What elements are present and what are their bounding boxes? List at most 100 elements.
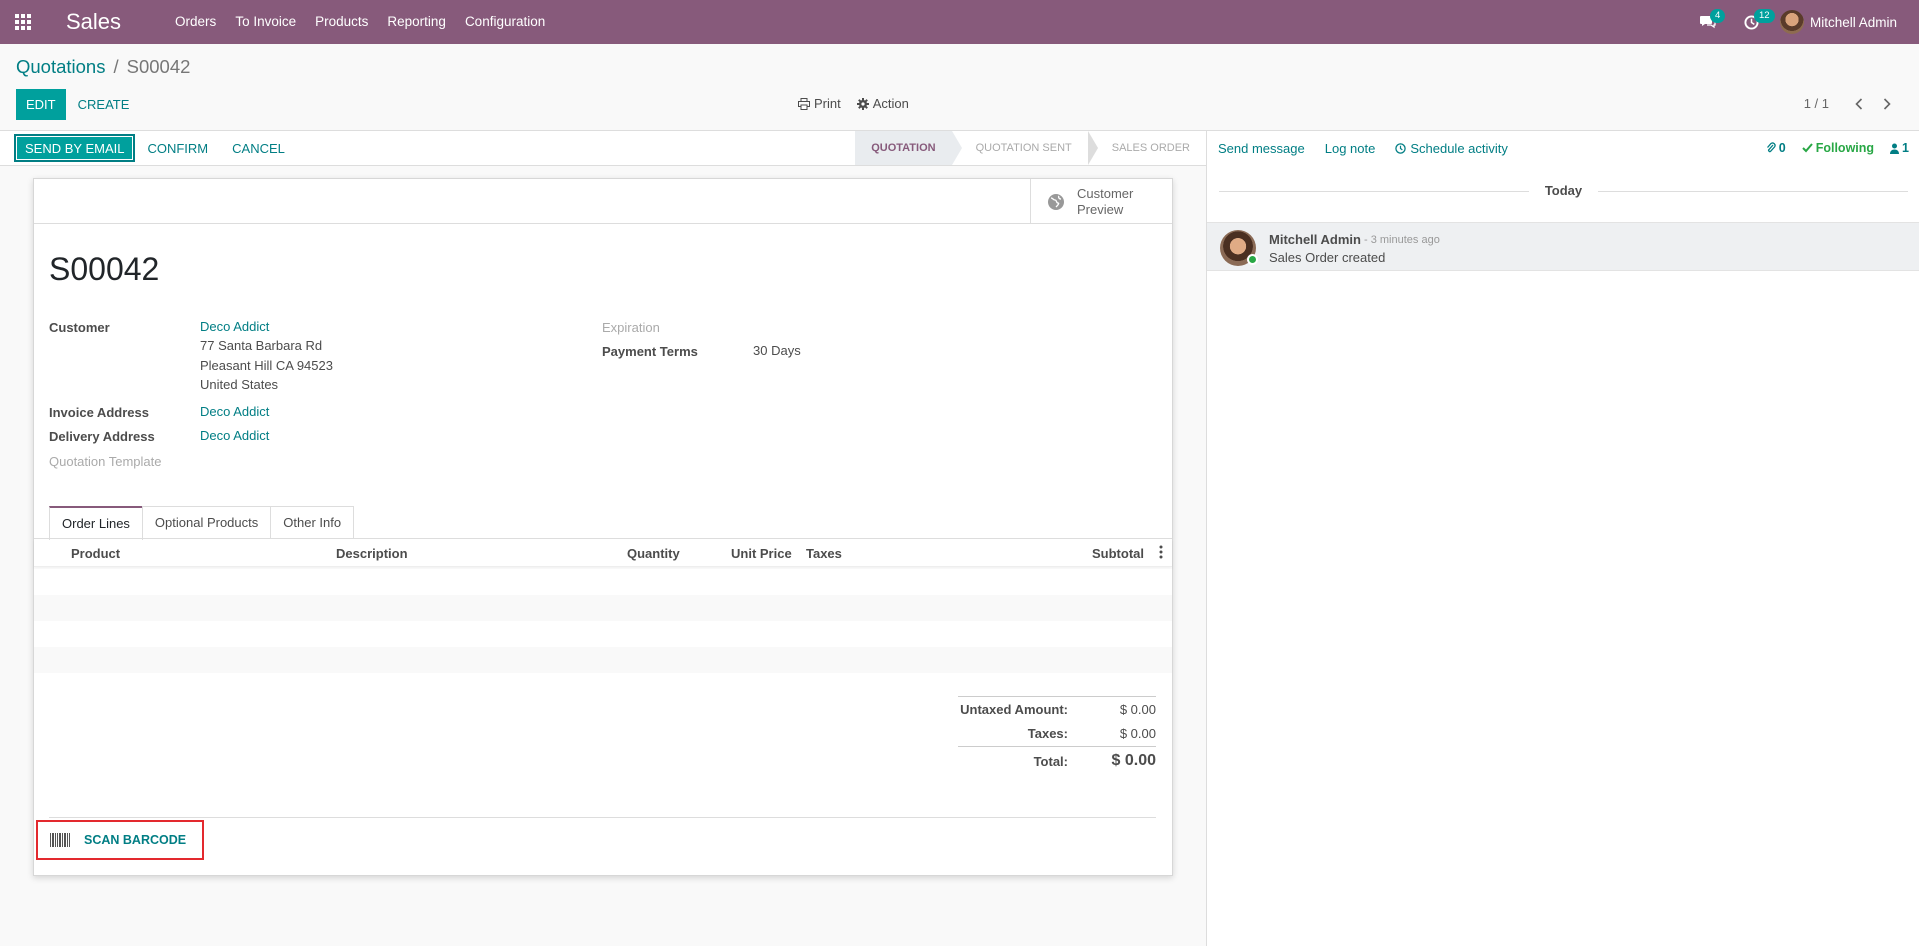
column-unit-price[interactable]: Unit Price [731,546,792,561]
send-message-button[interactable]: Send message [1218,141,1305,156]
pager-next-icon[interactable] [1883,97,1891,110]
globe-icon [1048,193,1064,210]
date-separator: Today [1207,183,1919,198]
column-subtotal[interactable]: Subtotal [1092,546,1144,561]
form-footer-divider [49,817,1156,818]
breadcrumb-current: S00042 [126,56,191,77]
payment-terms-value[interactable]: 30 Days [753,341,801,361]
pager-value[interactable]: 1 / 1 [1804,96,1829,111]
paperclip-icon [1766,142,1776,153]
taxes-value: $ 0.00 [1119,726,1156,741]
action-label: Action [872,96,909,111]
customer-address-line3: United States [200,377,279,392]
schedule-activity-button[interactable]: Schedule activity [1395,141,1508,156]
user-icon [1890,143,1900,154]
send-by-email-button[interactable]: SEND BY EMAIL [14,134,136,162]
invoice-address-label: Invoice Address [49,405,149,420]
followers-button[interactable]: 1 [1890,141,1909,155]
column-options-icon[interactable] [1159,545,1163,559]
edit-button[interactable]: EDIT [16,89,66,120]
chatter-message: Mitchell Admin - 3 minutes ago Sales Ord… [1207,222,1919,271]
print-dropdown[interactable]: Print [798,96,841,111]
barcode-icon [50,833,70,847]
menu-to-invoice[interactable]: To Invoice [225,0,305,44]
navbar-systray: 4 12 Mitchell Admin [1686,0,1919,44]
pager-previous-icon[interactable] [1855,97,1863,110]
status-stages: QUOTATION QUOTATION SENT SALES ORDER [855,131,1206,165]
delivery-address-link[interactable]: Deco Addict [200,426,269,446]
main-menu: Orders To Invoice Products Reporting Con… [165,0,554,44]
tab-other-info[interactable]: Other Info [270,506,355,539]
document-title: S00042 [49,251,160,287]
expiration-label: Expiration [602,320,660,335]
app-brand[interactable]: Sales [66,9,121,35]
total-label: Total: [1033,753,1068,769]
print-icon [798,97,810,110]
form-tabs: Order Lines Optional Products Other Info [49,506,355,540]
check-icon [1802,143,1813,153]
attachments-count: 0 [1778,141,1786,155]
customer-link[interactable]: Deco Addict [200,317,269,337]
top-navbar: Sales Orders To Invoice Products Reporti… [0,0,1919,44]
control-panel-buttons: EDIT CREATE [16,89,141,120]
column-quantity[interactable]: Quantity [627,546,680,561]
taxes-label: Taxes: [1027,726,1068,741]
following-button[interactable]: Following [1802,141,1874,155]
gear-icon [856,97,869,110]
empty-row [34,621,1172,647]
scan-barcode-button[interactable]: SCAN BARCODE [36,820,204,860]
apps-menu-icon[interactable] [0,0,46,44]
customer-address-line2: Pleasant Hill CA 94523 [200,358,333,373]
empty-row [34,569,1172,595]
following-label: Following [1815,141,1875,155]
menu-configuration[interactable]: Configuration [455,0,554,44]
customer-preview-button[interactable]: Customer Preview [1030,179,1172,224]
column-description[interactable]: Description [336,546,408,561]
breadcrumb: Quotations / S00042 [16,56,190,78]
button-box: Customer Preview [34,179,1172,224]
untaxed-amount-value: $ 0.00 [1119,701,1156,717]
messaging-button[interactable]: 4 [1686,0,1730,44]
empty-row [34,647,1172,673]
message-author[interactable]: Mitchell Admin [1269,232,1361,247]
stage-quotation-sent[interactable]: QUOTATION SENT [952,131,1098,165]
create-button[interactable]: CREATE [66,97,142,112]
chatter-topbar-right: 0 Following 1 [1766,141,1909,155]
column-product[interactable]: Product [71,546,120,561]
print-label: Print [814,96,841,111]
empty-row [34,595,1172,621]
attachments-button[interactable]: 0 [1766,141,1786,155]
breadcrumb-quotations[interactable]: Quotations [16,56,105,78]
activities-button[interactable]: 12 [1730,0,1775,44]
form-sheet: Customer Preview S00042 Customer Deco Ad… [33,178,1173,876]
stage-sales-order[interactable]: SALES ORDER [1088,131,1206,165]
scan-barcode-label: SCAN BARCODE [84,833,187,847]
schedule-activity-label: Schedule activity [1410,141,1508,156]
tab-order-lines[interactable]: Order Lines [49,506,143,540]
breadcrumb-separator: / [113,56,119,77]
untaxed-amount-label: Untaxed Amount: [960,701,1068,717]
tab-optional-products[interactable]: Optional Products [141,506,272,539]
log-note-button[interactable]: Log note [1325,141,1376,156]
confirm-button[interactable]: CONFIRM [135,141,220,156]
invoice-address-link[interactable]: Deco Addict [200,402,269,422]
menu-orders[interactable]: Orders [165,0,225,44]
action-dropdown[interactable]: Action [856,96,909,111]
column-taxes[interactable]: Taxes [806,546,842,561]
stage-quotation[interactable]: QUOTATION [855,131,963,165]
cancel-button[interactable]: CANCEL [220,141,297,156]
user-menu[interactable]: Mitchell Admin [1779,10,1897,34]
message-body: Sales Order created [1269,250,1386,265]
activities-badge: 12 [1753,9,1775,23]
message-date: - 3 minutes ago [1364,234,1440,246]
order-totals: Untaxed Amount: $ 0.00 Taxes: $ 0.00 Tot… [958,696,1156,775]
menu-products[interactable]: Products [305,0,377,44]
payment-terms-label: Payment Terms [602,344,698,359]
delivery-address-label: Delivery Address [49,429,155,444]
customer-address-line1: 77 Santa Barbara Rd [200,338,323,353]
menu-reporting[interactable]: Reporting [377,0,455,44]
user-avatar [1779,10,1804,34]
pager: 1 / 1 [1804,96,1891,111]
customer-preview-line1: Customer [1077,185,1134,201]
clock-icon [1395,143,1407,154]
